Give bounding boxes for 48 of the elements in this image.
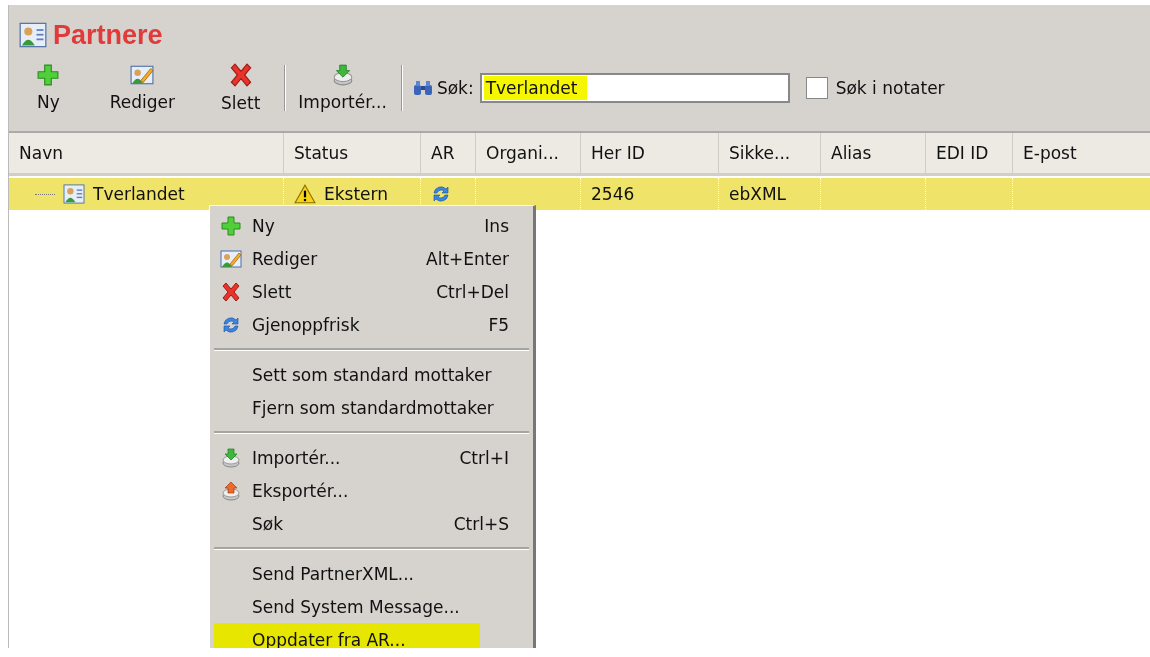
column-header[interactable]: Alias [821,133,926,173]
toolbar-button[interactable]: Importér... [294,64,391,112]
table-cell: 2546 [591,184,635,204]
import-icon [221,447,241,468]
toolbar-button[interactable]: Slett [217,63,265,113]
menu-item[interactable]: Rediger Alt+Enter [214,242,529,275]
refresh-icon [221,314,241,335]
column-header[interactable]: Navn [9,133,284,173]
menu-item[interactable]: Eksportér... [214,474,529,507]
column-header[interactable]: Sikke... [719,133,821,173]
warning-icon [294,184,316,204]
menu-item[interactable]: Send PartnerXML... [214,557,529,590]
menu-item[interactable]: Sett som standard mottaker [214,358,529,391]
binoculars-icon [412,80,433,96]
notes-checkbox[interactable]: Søk i notater [805,77,945,99]
edit-icon [130,64,155,86]
menu-item[interactable]: Søk Ctrl+S [214,507,529,540]
menu-item[interactable]: Send System Message... [214,590,529,623]
refresh-icon [431,184,451,204]
window-title: Partnere [53,19,163,51]
edit-icon [220,248,242,269]
plus-icon [37,64,60,86]
column-header[interactable]: AR [421,133,476,173]
delete-icon [221,281,241,302]
column-header[interactable]: Status [284,133,421,173]
delete-icon [228,63,253,87]
import-icon [331,64,354,86]
menu-item[interactable]: Importér... Ctrl+I [214,441,529,474]
column-header[interactable]: EDI ID [926,133,1013,173]
menu-item[interactable]: Gjenoppfrisk F5 [214,308,529,341]
search-field[interactable]: Tverlandet [479,73,790,103]
toolbar-button[interactable]: Ny [33,64,64,112]
menu-item[interactable]: Ny Ins [214,209,529,242]
column-header[interactable]: E-post [1013,133,1150,173]
table-row[interactable]: Tverlandet Ekstern 2546 ebXML [9,178,1150,210]
plus-icon [221,215,241,236]
search-label: Søk: [436,78,474,98]
column-header[interactable]: Organi... [476,133,581,173]
table-cell: Ekstern [324,184,389,204]
menu-item[interactable]: Fjern som standardmottaker [214,391,529,424]
table-cell: ebXML [729,184,787,204]
menu-item[interactable]: Slett Ctrl+Del [214,275,529,308]
partner-card-icon [63,184,85,204]
export-icon [221,480,241,501]
table-cell: Tverlandet [93,184,185,204]
column-header[interactable]: Her ID [581,133,719,173]
toolbar-button[interactable]: Rediger [105,64,180,112]
partner-card-icon [19,22,47,48]
